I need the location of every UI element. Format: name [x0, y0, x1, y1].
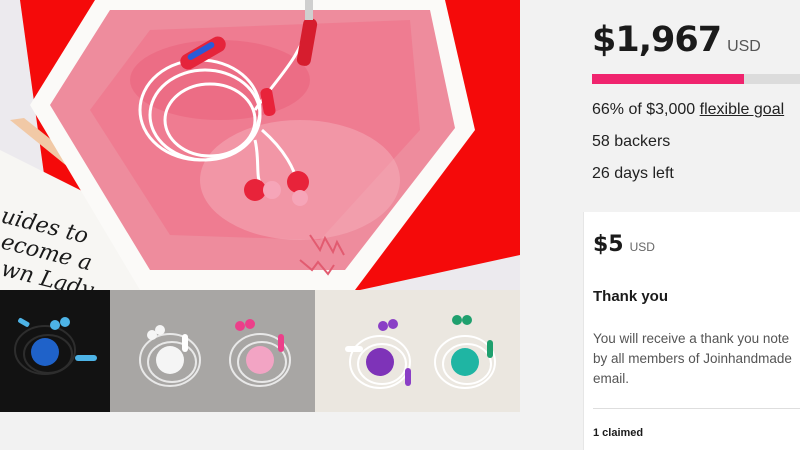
hero-image[interactable]: uides to ecome a wn Lady	[0, 0, 520, 290]
reward-desc-line: You will receive a thank you note	[593, 331, 790, 346]
reward-currency: USD	[629, 240, 655, 254]
thumbnail-strip	[0, 290, 520, 412]
backers-count: 58 backers	[592, 133, 671, 150]
reward-price: $5	[593, 232, 624, 257]
progress-bar	[592, 74, 800, 84]
reward-divider	[593, 408, 800, 409]
goal-text: 66% of $3,000	[592, 101, 700, 118]
thumbnail-purple-teal[interactable]	[315, 290, 520, 412]
amount-currency: USD	[727, 38, 761, 55]
days-left: 26 days left	[592, 165, 674, 182]
reward-desc-line: email.	[593, 371, 630, 386]
goal-stat: 66% of $3,000 flexible goal	[592, 101, 784, 119]
flexible-goal-link[interactable]: flexible goal	[700, 101, 785, 118]
thumbnail-blue[interactable]	[0, 290, 110, 412]
image-gallery: uides to ecome a wn Lady	[0, 0, 520, 450]
reward-price-row: $5 USD	[593, 232, 655, 257]
reward-claimed-count: 1 claimed	[593, 427, 644, 439]
reward-description: You will receive a thank you note by all…	[593, 329, 800, 389]
amount-row: $1,967 USD	[592, 20, 761, 60]
amount-raised: $1,967	[592, 20, 722, 60]
reward-title: Thank you	[593, 288, 669, 305]
progress-fill	[592, 74, 744, 84]
thumbnail-white-pink[interactable]	[110, 290, 315, 412]
reward-desc-line: by all members of Joinhandmade	[593, 351, 792, 366]
